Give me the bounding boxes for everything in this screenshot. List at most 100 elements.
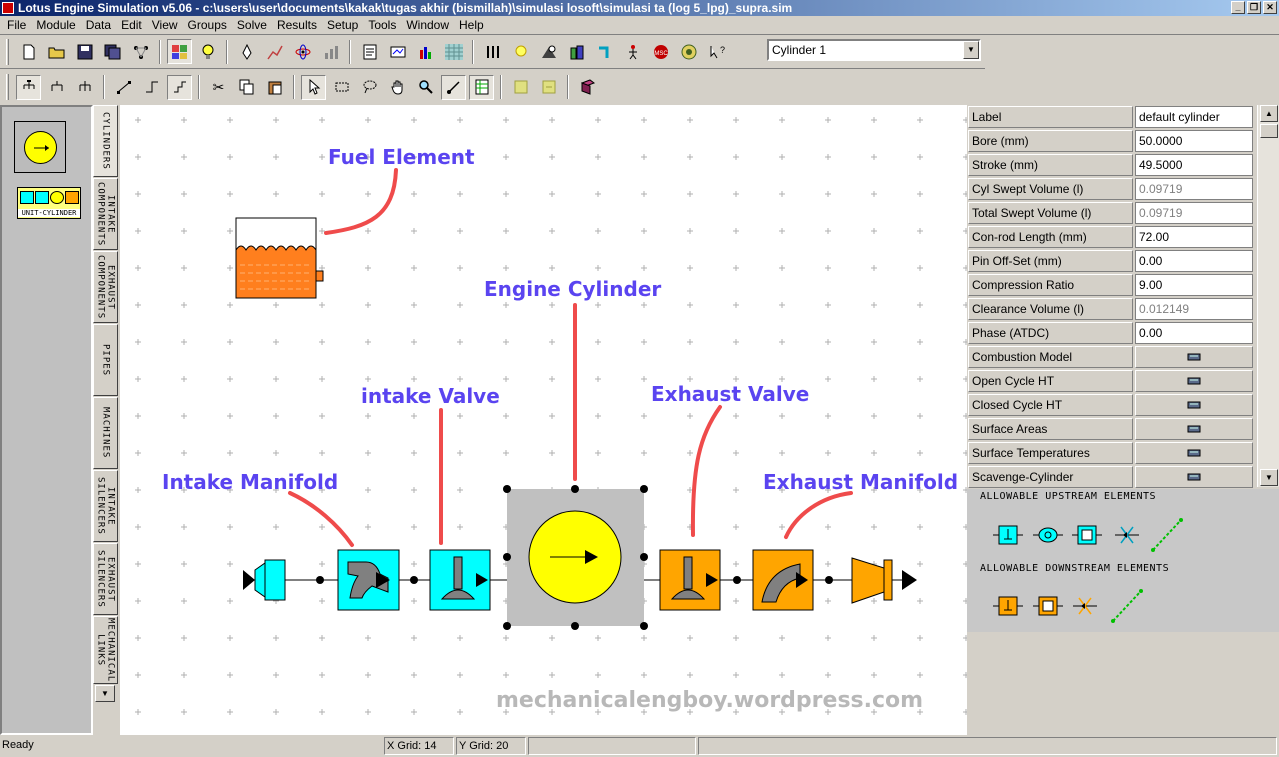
- light-tool-icon[interactable]: [508, 39, 533, 64]
- model-canvas[interactable]: Fuel Element Engine Cylinder intake Valv…: [120, 105, 967, 735]
- property-edit-button[interactable]: [1135, 394, 1253, 416]
- property-value[interactable]: default cylinder: [1135, 106, 1253, 128]
- lotus-logo-icon[interactable]: [676, 39, 701, 64]
- lasso-icon[interactable]: [357, 75, 382, 100]
- new-file-icon[interactable]: [16, 39, 41, 64]
- fuel-element[interactable]: [235, 217, 324, 299]
- tab-scroll-down-icon[interactable]: ▼: [95, 685, 115, 702]
- tab-mechanical-links[interactable]: MECHANICAL LINKS: [93, 616, 118, 684]
- scroll-down-icon[interactable]: ▼: [1260, 469, 1278, 486]
- arrange-group-icon[interactable]: [44, 75, 69, 100]
- junction-node[interactable]: [825, 576, 833, 584]
- downstream-restriction-icon[interactable]: [1073, 597, 1097, 615]
- upstream-plenum-icon[interactable]: [1072, 525, 1102, 545]
- block-a-icon[interactable]: [508, 75, 533, 100]
- network-icon[interactable]: [128, 39, 153, 64]
- chart-icon[interactable]: [262, 39, 287, 64]
- menu-window[interactable]: Window: [401, 17, 454, 34]
- rect-select-icon[interactable]: [329, 75, 354, 100]
- save-icon[interactable]: [72, 39, 97, 64]
- tab-exhaust-silencers[interactable]: EXHAUST SILENCERS: [93, 543, 118, 615]
- palette-cylinder[interactable]: [14, 121, 66, 173]
- menu-view[interactable]: View: [147, 17, 183, 34]
- arrange-tree-icon[interactable]: [16, 74, 41, 100]
- junction-node[interactable]: [410, 576, 418, 584]
- upstream-pipe-icon[interactable]: [1151, 518, 1183, 552]
- property-value[interactable]: 50.0000: [1135, 130, 1253, 152]
- tab-machines[interactable]: MACHINES: [93, 397, 118, 469]
- toolbar-grip[interactable]: [6, 74, 9, 100]
- property-value[interactable]: 0.00: [1135, 322, 1253, 344]
- link-icon[interactable]: [441, 74, 466, 100]
- menu-data[interactable]: Data: [81, 17, 116, 34]
- property-value[interactable]: 49.5000: [1135, 154, 1253, 176]
- menu-results[interactable]: Results: [272, 17, 322, 34]
- menu-help[interactable]: Help: [454, 17, 489, 34]
- rocket-icon[interactable]: [234, 39, 259, 64]
- menu-solve[interactable]: Solve: [232, 17, 272, 34]
- connect-ortho-icon[interactable]: [167, 74, 192, 100]
- upstream-restriction-icon[interactable]: [1115, 526, 1139, 544]
- pump-icon[interactable]: [536, 39, 561, 64]
- pipe-tool-icon[interactable]: [592, 39, 617, 64]
- menu-module[interactable]: Module: [31, 17, 80, 34]
- zoom-icon[interactable]: [413, 75, 438, 100]
- report-icon[interactable]: [357, 39, 382, 64]
- block-b-icon[interactable]: [536, 75, 561, 100]
- menu-file[interactable]: File: [2, 17, 31, 34]
- tab-intake-silencers[interactable]: INTAKE SILENCERS: [93, 470, 118, 542]
- book-icon[interactable]: [575, 75, 600, 100]
- downstream-plenum-icon[interactable]: [1033, 596, 1063, 616]
- property-edit-button[interactable]: [1135, 466, 1253, 488]
- intake-boundary[interactable]: [243, 559, 286, 601]
- palette-unit-cylinder[interactable]: UNIT-CYLINDER: [17, 187, 81, 219]
- menu-groups[interactable]: Groups: [183, 17, 232, 34]
- downstream-valve-icon[interactable]: [993, 596, 1023, 616]
- grid-pattern-icon[interactable]: [441, 39, 466, 64]
- property-value[interactable]: 0.00: [1135, 250, 1253, 272]
- open-folder-icon[interactable]: [44, 39, 69, 64]
- element-selector[interactable]: Cylinder 1 ▼: [767, 39, 981, 61]
- upstream-throttle-icon[interactable]: [1033, 527, 1063, 543]
- intake-valve[interactable]: [429, 549, 491, 611]
- cut-icon[interactable]: ✂: [206, 75, 231, 100]
- intake-manifold[interactable]: [337, 549, 400, 611]
- toolbar-grip[interactable]: [6, 38, 9, 65]
- property-value[interactable]: 9.00: [1135, 274, 1253, 296]
- sheet-icon[interactable]: [469, 74, 494, 100]
- atom-icon[interactable]: [290, 39, 315, 64]
- property-edit-button[interactable]: [1135, 442, 1253, 464]
- property-edit-button[interactable]: [1135, 370, 1253, 392]
- copy-icon[interactable]: [234, 75, 259, 100]
- chevron-down-icon[interactable]: ▼: [963, 41, 979, 59]
- graph-icon[interactable]: [413, 39, 438, 64]
- engine-cylinder[interactable]: [503, 485, 648, 630]
- tab-pipes[interactable]: PIPES: [93, 324, 118, 396]
- arrange-branch-icon[interactable]: [72, 75, 97, 100]
- ts-tool-icon[interactable]: [385, 39, 410, 64]
- tab-exhaust-components[interactable]: EXHAUST COMPONENTS: [93, 251, 118, 323]
- help-pointer-icon[interactable]: ?: [704, 39, 729, 64]
- exhaust-boundary[interactable]: [851, 557, 917, 604]
- scroll-up-icon[interactable]: ▲: [1260, 105, 1278, 122]
- valve-tool-icon[interactable]: [480, 39, 505, 64]
- save-all-icon[interactable]: [100, 39, 125, 64]
- exhaust-manifold[interactable]: [752, 549, 814, 611]
- data-view-icon[interactable]: [167, 39, 192, 64]
- restore-button[interactable]: ❐: [1247, 1, 1261, 14]
- figure-icon[interactable]: [620, 39, 645, 64]
- upstream-valve-icon[interactable]: [993, 525, 1023, 545]
- building-icon[interactable]: [564, 39, 589, 64]
- pointer-icon[interactable]: [301, 74, 326, 100]
- property-value[interactable]: 72.00: [1135, 226, 1253, 248]
- property-edit-button[interactable]: [1135, 346, 1253, 368]
- minimize-button[interactable]: _: [1231, 1, 1245, 14]
- tab-cylinders[interactable]: CYLINDERS: [93, 105, 118, 177]
- property-edit-button[interactable]: [1135, 418, 1253, 440]
- bars-icon[interactable]: [318, 39, 343, 64]
- junction-node[interactable]: [733, 576, 741, 584]
- menu-edit[interactable]: Edit: [116, 17, 147, 34]
- paste-icon[interactable]: [262, 75, 287, 100]
- property-scrollbar[interactable]: ▲ ▼: [1257, 105, 1279, 487]
- tab-intake-components[interactable]: INTAKE COMPONENTS: [93, 178, 118, 250]
